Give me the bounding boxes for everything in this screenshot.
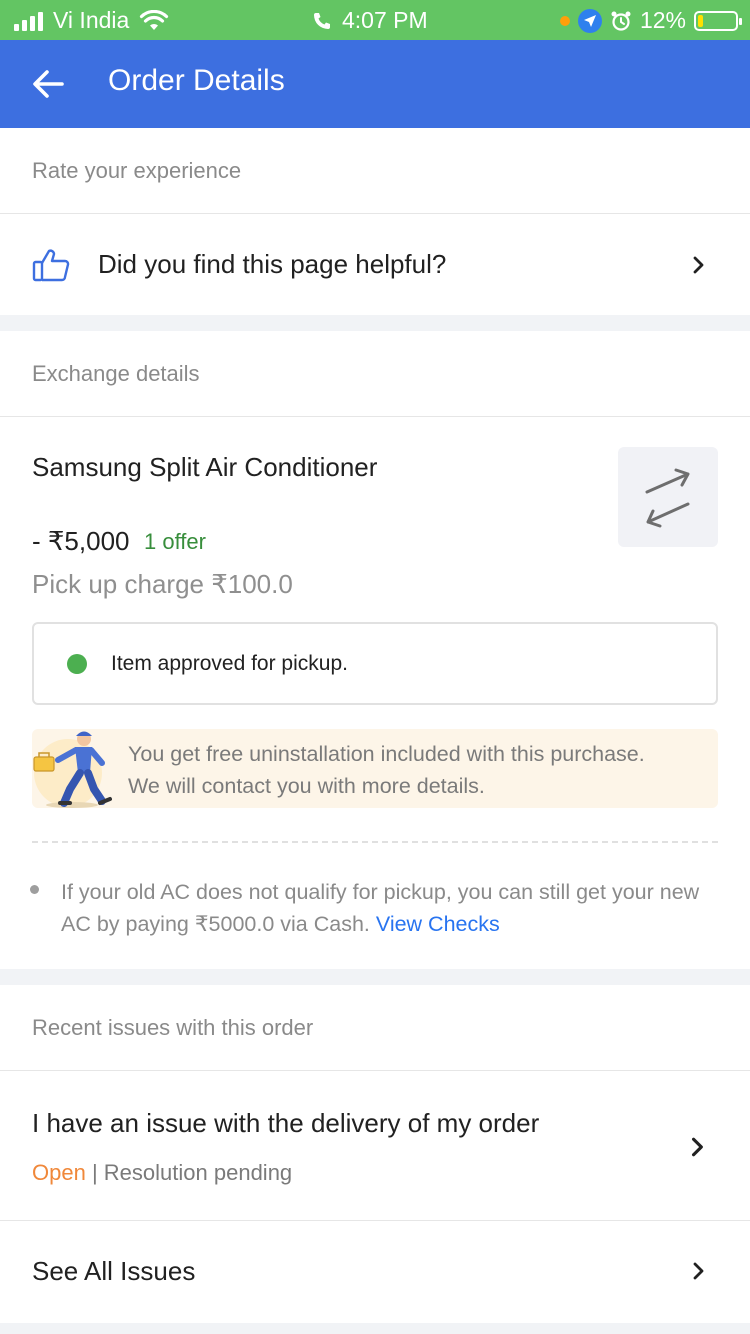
battery-icon	[694, 10, 742, 31]
issue-row[interactable]: I have an issue with the delivery of my …	[0, 1071, 750, 1221]
app-bar: Order Details	[0, 40, 750, 128]
issues-section-header: Recent issues with this order	[0, 985, 750, 1071]
helpful-feedback-row[interactable]: Did you find this page helpful?	[0, 214, 750, 315]
status-dot-icon	[67, 653, 87, 674]
helpful-label: Did you find this page helpful?	[98, 249, 447, 279]
pickup-charge: Pick up charge ₹100.0	[32, 569, 293, 599]
signal-icon	[14, 11, 43, 31]
alarm-icon	[611, 11, 631, 31]
chevron-right-icon	[693, 256, 704, 273]
delivery-worker-icon	[33, 731, 112, 808]
back-arrow-icon[interactable]	[28, 64, 68, 104]
uninstall-line-1: You get free uninstallation included wit…	[128, 742, 645, 766]
rate-experience-card: Rate your experience Did you find this p…	[0, 128, 750, 315]
see-all-issues-row[interactable]: See All Issues	[0, 1221, 750, 1322]
location-icon	[577, 8, 602, 33]
recording-dot-icon	[559, 15, 570, 26]
uninstall-line-2: We will contact you with more details.	[128, 774, 485, 798]
recent-issues-card: Recent issues with this order I have an …	[0, 985, 750, 1323]
uninstall-banner: You get free uninstallation included wit…	[32, 729, 718, 808]
view-checks-link[interactable]: View Checks	[376, 912, 500, 936]
chevron-right-icon	[692, 1137, 703, 1157]
divider	[32, 841, 718, 843]
pickup-status-box: Item approved for pickup.	[32, 622, 718, 705]
exchange-section-header: Exchange details	[0, 331, 750, 417]
wifi-icon	[140, 9, 169, 30]
offer-link[interactable]: 1 offer	[144, 529, 206, 555]
pickup-qualification-note: If your old AC does not qualify for pick…	[61, 876, 721, 940]
status-bar: Vi India 4:07 PM 12%	[0, 0, 750, 40]
carrier-label: Vi India	[53, 7, 130, 33]
issue-status: Open | Resolution pending	[32, 1160, 292, 1186]
battery-percent: 12%	[639, 7, 686, 33]
page-title: Order Details	[108, 64, 285, 97]
issue-title: I have an issue with the delivery of my …	[32, 1108, 540, 1138]
chevron-right-icon	[693, 1262, 704, 1280]
uninstall-message: You get free uninstallation included wit…	[128, 738, 712, 802]
product-name: Samsung Split Air Conditioner	[32, 452, 378, 482]
swap-arrows-icon	[645, 468, 690, 528]
exchange-price: - ₹5,000	[32, 526, 130, 556]
see-all-issues-label: See All Issues	[32, 1256, 196, 1286]
exchange-image	[618, 447, 718, 547]
thumbs-up-icon	[32, 248, 70, 281]
rate-section-header: Rate your experience	[0, 128, 750, 214]
pickup-status-text: Item approved for pickup.	[111, 651, 348, 675]
clock-time: 4:07 PM	[342, 7, 428, 33]
issue-state: Open	[32, 1160, 86, 1185]
issue-separator: |	[91, 1160, 98, 1185]
bullet-icon	[30, 885, 39, 894]
phone-icon	[314, 12, 330, 29]
issue-resolution: Resolution pending	[103, 1160, 293, 1185]
